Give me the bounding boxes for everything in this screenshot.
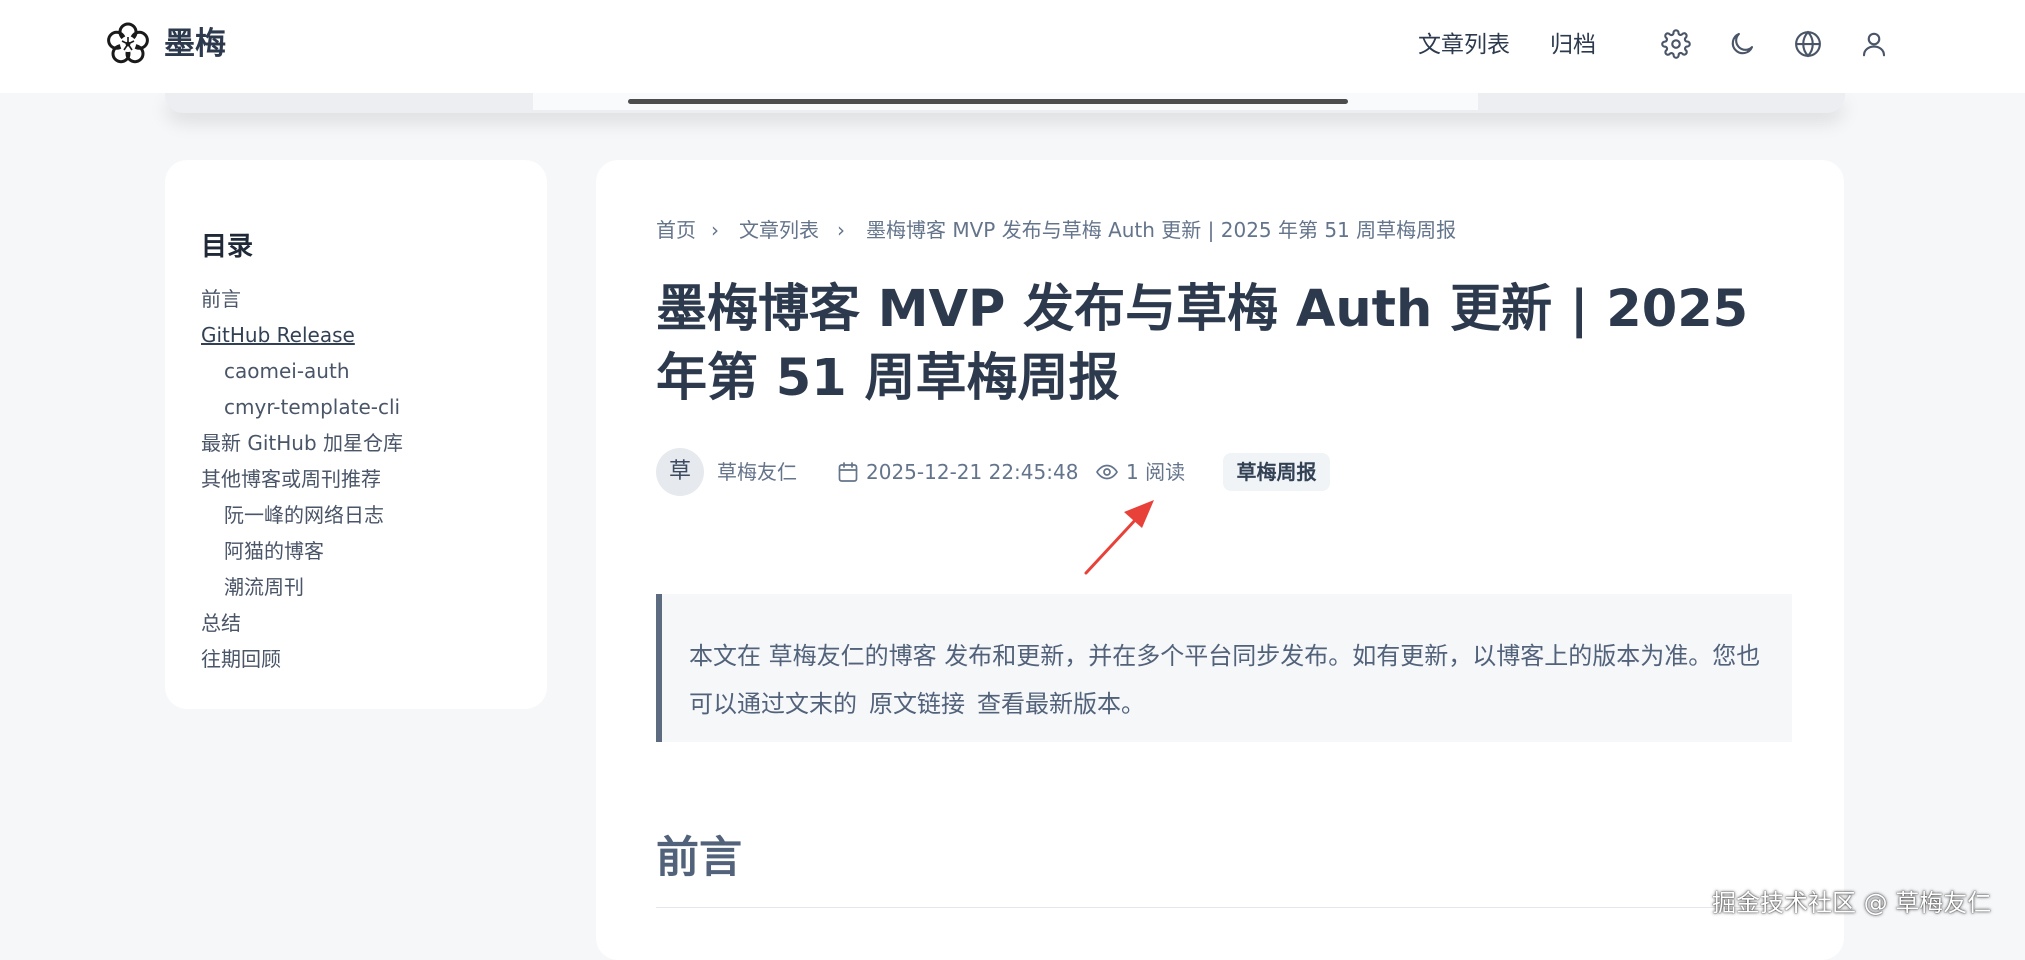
toc-item-amao-blog[interactable]: 阿猫的博客 bbox=[224, 537, 324, 565]
hero-banner bbox=[165, 93, 1845, 113]
breadcrumb-article-list[interactable]: 文章列表 bbox=[739, 216, 819, 244]
notice-text-after: 查看最新版本。 bbox=[977, 690, 1145, 718]
banner-image bbox=[533, 93, 1478, 110]
calendar-icon bbox=[838, 462, 858, 482]
breadcrumb-current: 墨梅博客 MVP 发布与草梅 Auth 更新 | 2025 年第 51 周草梅周… bbox=[866, 218, 1457, 242]
article-title: 墨梅博客 MVP 发布与草梅 Auth 更新 | 2025 年第 51 周草梅周… bbox=[656, 280, 1749, 408]
author-avatar[interactable]: 草 bbox=[656, 448, 704, 496]
toc-item-trend-weekly[interactable]: 潮流周刊 bbox=[224, 573, 304, 601]
toc-title: 目录 bbox=[201, 232, 254, 262]
notice-text-before: 本文在 草梅友仁的博客 发布和更新，并在多个平台同步发布。如有更新，以博客上的版… bbox=[689, 642, 1761, 718]
toc-item-past-issues[interactable]: 往期回顾 bbox=[201, 645, 281, 673]
toc-item-summary[interactable]: 总结 bbox=[201, 609, 241, 637]
annotation-arrow-icon bbox=[1084, 500, 1154, 575]
view-count: 1 阅读 bbox=[1126, 460, 1186, 484]
author-name[interactable]: 草梅友仁 bbox=[717, 458, 797, 486]
breadcrumb-separator: › bbox=[837, 218, 845, 242]
eye-icon bbox=[1096, 464, 1118, 480]
toc-item-ruanyifeng[interactable]: 阮一峰的网络日志 bbox=[224, 501, 384, 529]
toc-item-preface[interactable]: 前言 bbox=[201, 285, 241, 313]
nav-article-list[interactable]: 文章列表 bbox=[1418, 28, 1510, 62]
gear-icon[interactable] bbox=[1661, 29, 1691, 59]
ink-brush-stroke bbox=[628, 99, 1348, 104]
heading-divider bbox=[656, 907, 1786, 908]
nav-archive[interactable]: 归档 bbox=[1550, 28, 1596, 62]
breadcrumb-home[interactable]: 首页 bbox=[656, 216, 696, 244]
top-header: 墨梅 文章列表 归档 bbox=[0, 0, 2025, 93]
juejin-watermark: 掘金技术社区 @ 草梅友仁 bbox=[1712, 889, 1992, 917]
article-card: 首页 › 文章列表 › 墨梅博客 MVP 发布与草梅 Auth 更新 | 202… bbox=[596, 160, 1844, 960]
globe-icon[interactable] bbox=[1793, 29, 1823, 59]
toc-item-starred-repos[interactable]: 最新 GitHub 加星仓库 bbox=[201, 429, 403, 457]
source-notice-blockquote: 本文在 草梅友仁的博客 发布和更新，并在多个平台同步发布。如有更新，以博客上的版… bbox=[656, 594, 1792, 742]
plum-blossom-logo-icon[interactable] bbox=[106, 22, 150, 66]
user-icon[interactable] bbox=[1859, 29, 1889, 59]
table-of-contents: 目录 前言 GitHub Release caomei-auth cmyr-te… bbox=[165, 160, 547, 709]
moon-icon[interactable] bbox=[1727, 29, 1757, 59]
section-heading-preface: 前言 bbox=[656, 833, 742, 883]
site-brand[interactable]: 墨梅 bbox=[164, 24, 226, 64]
toc-item-other-blogs[interactable]: 其他博客或周刊推荐 bbox=[201, 465, 381, 493]
category-tag[interactable]: 草梅周报 bbox=[1223, 453, 1330, 491]
publish-date: 2025-12-21 22:45:48 bbox=[866, 460, 1079, 484]
toc-item-github-release[interactable]: GitHub Release bbox=[201, 321, 355, 349]
toc-item-cmyr-template-cli[interactable]: cmyr-template-cli bbox=[224, 393, 400, 421]
breadcrumb-separator: › bbox=[711, 218, 719, 242]
toc-item-caomei-auth[interactable]: caomei-auth bbox=[224, 357, 350, 385]
notice-text: 本文在 草梅友仁的博客 发布和更新，并在多个平台同步发布。如有更新，以博客上的版… bbox=[689, 632, 1769, 728]
original-link[interactable]: 原文链接 bbox=[869, 690, 965, 718]
